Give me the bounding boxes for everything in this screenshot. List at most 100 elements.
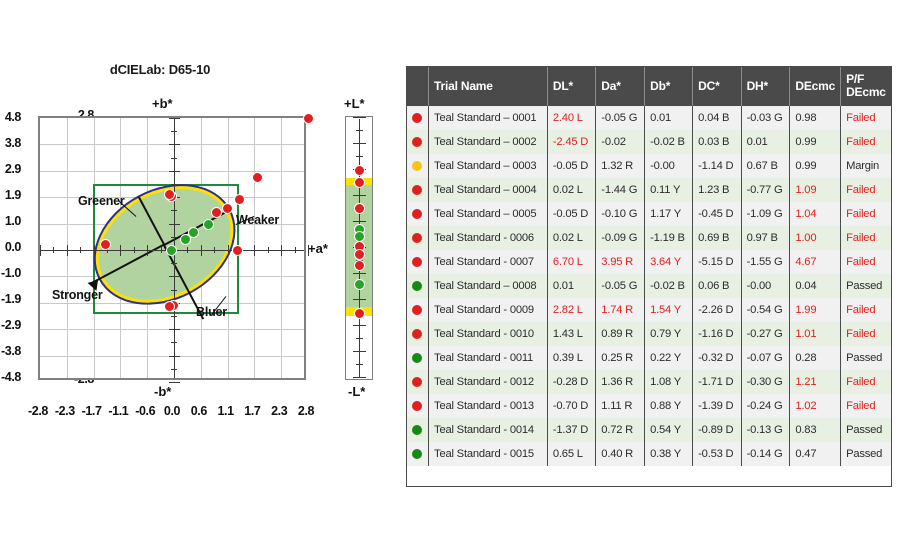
axis-tick [160, 247, 162, 253]
scatter-point[interactable] [251, 171, 263, 183]
table-row[interactable]: Teal Standard – 0004 0.02 L -1.44 G 0.11 Y1… [406, 178, 892, 202]
th-dc[interactable]: DC* [692, 66, 742, 106]
dc-cell: -1.14 D [692, 154, 742, 178]
lightness-point[interactable] [354, 278, 366, 290]
table-row[interactable]: Teal Standard - 0006 0.02 L -0.09 G -1.19 B… [406, 226, 892, 250]
table-row[interactable]: Teal Standard – 0001 2.40 L -0.05 G 0.01 0.0… [406, 106, 892, 130]
dl-cell: 6.70 L [547, 250, 597, 274]
dh-cell: -0.14 G [741, 442, 791, 466]
table-row[interactable]: Teal Standard – 0003 -0.05 D 1.32 R -0.00 -1… [406, 154, 892, 178]
lightness-tick [353, 377, 367, 379]
table-row[interactable]: Teal Standard - 0007 6.70 L 3.95 R 3.64 Y -5… [406, 250, 892, 274]
da-cell: -0.09 G [595, 226, 646, 250]
lightness-point[interactable] [354, 307, 366, 319]
pass-fail-cell: Margin [840, 154, 892, 178]
axis-tick [267, 247, 269, 253]
axis-tick [171, 131, 177, 133]
trial-name-cell: Teal Standard – 0002 [428, 130, 548, 154]
row-status-cell [406, 346, 430, 370]
dc-cell: -0.89 D [692, 418, 742, 442]
th-da[interactable]: Da* [595, 66, 646, 106]
table-row[interactable]: Teal Standard - 0015 0.65 L 0.40 R 0.38 Y -0… [406, 442, 892, 466]
decmc-cell: 1.99 [789, 298, 842, 322]
trial-name-cell: Teal Standard - 0014 [428, 418, 548, 442]
dc-cell: 0.03 B [692, 130, 742, 154]
axis-tick [200, 244, 202, 256]
status-dot-green-icon [412, 281, 423, 292]
scatter-point[interactable] [221, 203, 233, 214]
trial-name-cell: Teal Standard - 0013 [428, 394, 548, 418]
dc-cell: -1.16 D [692, 322, 742, 346]
dh-cell: 0.97 B [741, 226, 791, 250]
row-status-cell [406, 226, 430, 250]
da-cell: 0.25 R [595, 346, 646, 370]
scatter-point[interactable] [202, 219, 214, 231]
status-dot-red-icon [412, 257, 423, 268]
scatter-point[interactable] [231, 244, 243, 256]
axis-tick [53, 247, 55, 253]
l-tick-label: 4.8 [4, 110, 22, 124]
th-pf-line2: DEcmc [846, 85, 886, 99]
dl-cell: 2.40 L [547, 106, 597, 130]
dh-cell: -1.55 G [741, 250, 791, 274]
db-cell: -0.02 B [644, 130, 694, 154]
dl-cell: 0.39 L [547, 346, 597, 370]
th-pf-line1: P/F [846, 72, 865, 87]
table-row[interactable]: Teal Standard - 0013 -0.70 D 1.11 R 0.88 Y-… [406, 394, 892, 418]
table-header-row: Trial Name DL* Da* Db* DC* DH* DEcmc P/F… [406, 66, 892, 106]
table-row[interactable]: Teal Standard - 0010 1.43 L 0.89 R 0.79 Y -1… [406, 322, 892, 346]
table-row[interactable]: Teal Standard - 0009 2.82 L 1.74 R 1.54 Y -2… [406, 298, 892, 322]
th-trial-name[interactable]: Trial Name [428, 66, 548, 106]
th-decmc[interactable]: DEcmc [789, 66, 842, 106]
da-cell: -1.44 G [595, 178, 646, 202]
decmc-cell: 0.47 [789, 442, 842, 466]
decmc-cell: 1.21 [789, 370, 842, 394]
table-row[interactable]: Teal Standard - 0014 -1.37 D 0.72 R 0.54 Y-… [406, 418, 892, 442]
row-status-cell [406, 298, 430, 322]
axis-tick [168, 355, 180, 357]
axis-tick [168, 329, 180, 331]
decmc-cell: 1.02 [789, 394, 842, 418]
status-dot-red-icon [412, 401, 423, 412]
row-status-cell [406, 154, 430, 178]
trial-name-cell: Teal Standard - 0012 [428, 370, 548, 394]
axis-label-plus-b: +b* [152, 96, 173, 111]
scatter-point[interactable] [302, 112, 314, 124]
th-pass-fail[interactable]: P/F DEcmc [840, 66, 892, 106]
dh-cell: -0.03 G [741, 106, 791, 130]
decmc-cell: 0.83 [789, 418, 842, 442]
scatter-point[interactable] [164, 300, 176, 312]
lightness-point[interactable] [354, 176, 366, 188]
db-cell: 0.54 Y [644, 418, 694, 442]
lightness-point[interactable] [354, 165, 366, 177]
scatter-point[interactable] [163, 189, 175, 201]
db-cell: -0.00 [644, 154, 694, 178]
table-row[interactable]: Teal Standard – 0008 0.01 -0.05 G -0.02 B 0.… [406, 274, 892, 298]
row-status-cell [406, 250, 430, 274]
scatter-point[interactable] [187, 226, 199, 238]
lightness-point[interactable] [354, 202, 366, 214]
l-tick-label: -2.9 [1, 318, 21, 332]
th-status[interactable] [406, 66, 430, 106]
axis-tick [171, 210, 177, 212]
trial-name-cell: Teal Standard – 0001 [428, 106, 548, 130]
l-tick-label: 0.0 [4, 240, 22, 254]
lightness-tick [353, 351, 367, 353]
table-row[interactable]: Teal Standard – 0002 -2.45 D -0.02 -0.02 B0… [406, 130, 892, 154]
status-dot-red-icon [412, 137, 423, 148]
table-row[interactable]: Teal Standard – 0005 -0.05 D -0.10 G 1.17 Y… [406, 202, 892, 226]
table-row[interactable]: Teal Standard - 0012 -0.28 D 1.36 R 1.08 Y-… [406, 370, 892, 394]
table-row[interactable]: Teal Standard - 0011 0.39 L 0.25 R 0.22 Y -0… [406, 346, 892, 370]
th-dh[interactable]: DH* [741, 66, 791, 106]
lightness-tick [356, 364, 364, 366]
chart-title: dCIELab: D65-10 [109, 62, 211, 77]
th-db[interactable]: Db* [644, 66, 694, 106]
da-cell: 1.36 R [595, 370, 646, 394]
scatter-point[interactable] [99, 239, 111, 251]
th-dl[interactable]: DL* [547, 66, 597, 106]
scatter-point[interactable] [233, 193, 245, 205]
pass-fail-cell: Failed [840, 322, 892, 346]
trial-name-cell: Teal Standard – 0003 [428, 154, 548, 178]
axis-tick [168, 382, 180, 383]
dl-cell: 0.01 [547, 274, 597, 298]
